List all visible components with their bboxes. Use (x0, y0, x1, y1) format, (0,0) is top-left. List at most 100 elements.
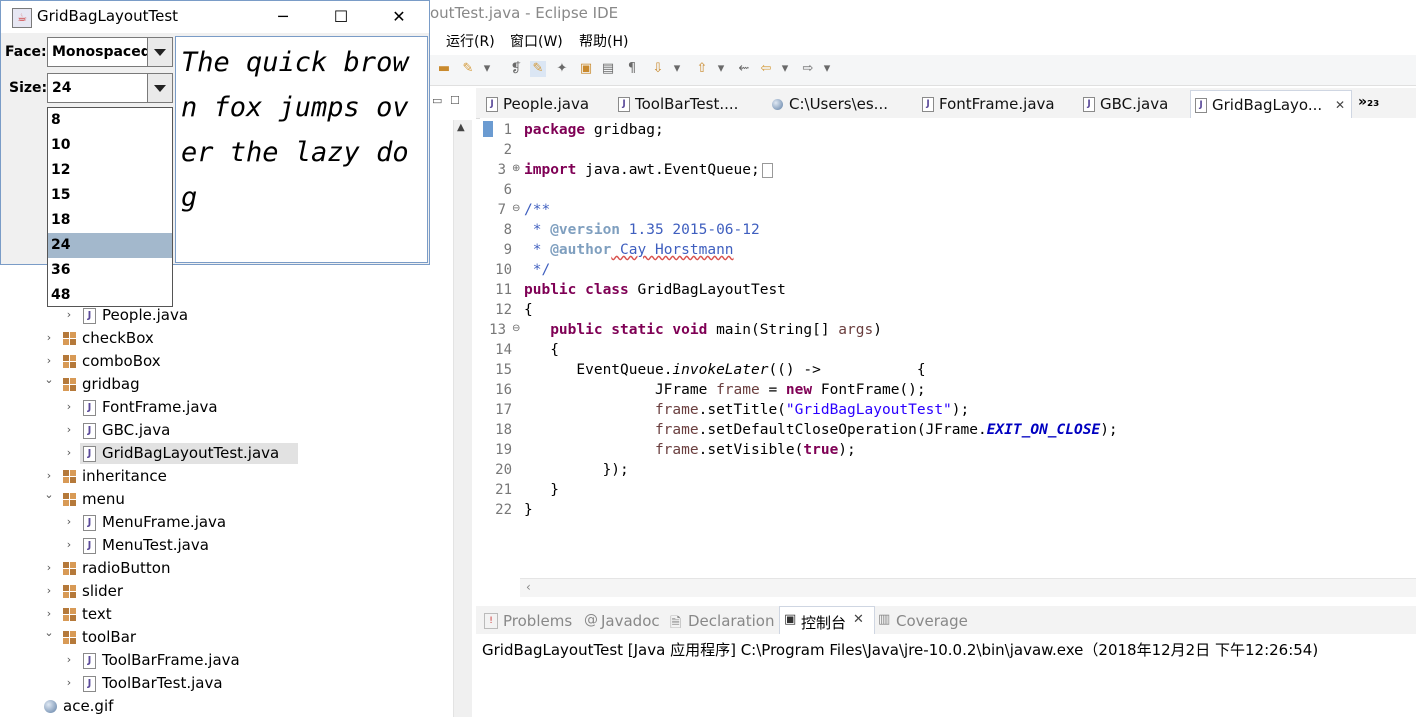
tree-item-label[interactable]: inheritance (82, 465, 167, 487)
chevron-right-icon[interactable]: › (44, 354, 54, 367)
minimize-button[interactable]: ─ (254, 1, 312, 33)
editor-tab[interactable]: J FontFrame.java (918, 90, 1076, 118)
editor-tab[interactable]: J ToolBarTest.... (614, 90, 764, 118)
chevron-right-icon[interactable]: › (44, 584, 54, 597)
tab-declaration[interactable]: Declaration (688, 612, 774, 630)
menu-help[interactable]: 帮助(H) (579, 31, 628, 51)
code-editor[interactable] (480, 118, 1416, 578)
size-option[interactable]: 36 (48, 258, 172, 283)
tree-item-label[interactable]: comboBox (82, 350, 161, 372)
tree-item-label[interactable]: gridbag (82, 373, 140, 395)
close-icon[interactable]: ✕ (1335, 91, 1345, 119)
toggle-icon[interactable]: ❡ (508, 61, 524, 77)
fold-expand-icon[interactable]: ⊕ (512, 163, 520, 174)
chevron-down-icon[interactable]: ▾ (482, 61, 492, 77)
open-folder-icon[interactable]: ▬ (436, 61, 452, 77)
chevron-right-icon[interactable]: › (64, 653, 74, 666)
prev-annotation-icon[interactable]: ⇧ (694, 61, 710, 77)
close-icon[interactable]: ✕ (853, 612, 864, 627)
scroll-up-icon[interactable]: ▲ (457, 122, 465, 133)
chevron-down-icon[interactable]: ▾ (672, 61, 682, 77)
line-number: 11 (495, 282, 512, 298)
code-line-13: public static void main(String[] args) (550, 322, 882, 338)
folded-imports-icon[interactable] (761, 162, 773, 178)
forward-icon[interactable]: ⇨ (800, 61, 816, 77)
chevron-down-icon[interactable]: ▾ (822, 61, 832, 77)
tree-item-label[interactable]: ace.gif (63, 695, 113, 717)
chevron-right-icon[interactable]: › (44, 331, 54, 344)
chevron-right-icon[interactable]: › (44, 607, 54, 620)
size-option[interactable]: 18 (48, 208, 172, 233)
maximize-button[interactable]: ☐ (312, 1, 370, 33)
size-option[interactable]: 24 (48, 233, 172, 258)
tab-problems[interactable]: Problems (503, 612, 572, 630)
size-option[interactable]: 15 (48, 183, 172, 208)
tab-javadoc[interactable]: Javadoc (601, 612, 660, 630)
line-number: 14 (495, 342, 512, 358)
chevron-down-icon[interactable]: ⌄ (44, 626, 54, 639)
chevron-right-icon[interactable]: › (64, 423, 74, 436)
editor-tab[interactable]: J GridBagLayo... ✕ (1190, 90, 1352, 119)
minimize-icon[interactable]: ▭ (432, 94, 442, 107)
chevron-down-icon[interactable]: ⌄ (44, 488, 54, 501)
chevron-right-icon[interactable]: › (64, 308, 74, 321)
tree-item-label[interactable]: GridBagLayoutTest.java (102, 442, 279, 464)
highlight-icon[interactable]: ✎ (530, 61, 546, 77)
chevron-right-icon[interactable]: › (44, 561, 54, 574)
tree-item-label[interactable]: toolBar (82, 626, 136, 648)
tab-coverage[interactable]: Coverage (896, 612, 968, 630)
chevron-down-icon[interactable] (147, 74, 172, 102)
chevron-right-icon[interactable]: › (64, 676, 74, 689)
tree-item-label[interactable]: ToolBarTest.java (102, 672, 223, 694)
editor-horizontal-scrollbar[interactable]: ‹ (520, 578, 1416, 597)
scroll-left-icon[interactable]: ‹ (526, 580, 531, 594)
editor-tab[interactable]: J GBC.java (1079, 90, 1187, 118)
tree-item-label[interactable]: text (82, 603, 112, 625)
tree-item-label[interactable]: menu (82, 488, 125, 510)
menu-run[interactable]: 运行(R) (446, 31, 495, 51)
chevron-down-icon[interactable]: ▾ (780, 61, 790, 77)
tree-item-label[interactable]: MenuFrame.java (102, 511, 226, 533)
wand-icon[interactable]: ✎ (460, 61, 476, 77)
editor-tab[interactable]: J People.java (482, 90, 612, 118)
last-edit-icon[interactable]: ⇜ (736, 61, 752, 77)
doc-icon[interactable]: ▤ (600, 61, 616, 77)
tree-item-label[interactable]: MenuTest.java (102, 534, 209, 556)
package-explorer-scrollbar[interactable]: ▲ (453, 120, 472, 717)
chevron-right-icon[interactable]: › (64, 446, 74, 459)
face-combobox[interactable]: Monospaced (47, 37, 173, 67)
next-annotation-icon[interactable]: ⇩ (650, 61, 666, 77)
fold-collapse-icon[interactable]: ⊖ (512, 203, 520, 214)
close-button[interactable]: ✕ (370, 1, 428, 33)
chevron-down-icon[interactable]: ▾ (716, 61, 726, 77)
back-icon[interactable]: ⇦ (758, 61, 774, 77)
code-line-3: import java.awt.EventQueue; (524, 162, 773, 178)
maximize-icon[interactable]: ☐ (450, 94, 460, 107)
tree-item-label[interactable]: ToolBarFrame.java (102, 649, 240, 671)
size-combobox[interactable]: 24 (47, 73, 173, 103)
tree-item-label[interactable]: radioButton (82, 557, 170, 579)
tree-item-label[interactable]: checkBox (82, 327, 154, 349)
fold-collapse-icon[interactable]: ⊖ (512, 323, 520, 334)
chevron-down-icon[interactable]: ⌄ (44, 373, 54, 386)
chevron-right-icon[interactable]: › (44, 469, 54, 482)
tab-overflow-indicator[interactable]: »₂₃ (1358, 94, 1379, 110)
size-option[interactable]: 48 (48, 283, 172, 308)
menu-window[interactable]: 窗口(W) (510, 31, 563, 51)
tab-console[interactable]: 控制台 (801, 612, 846, 633)
chevron-down-icon[interactable] (147, 38, 172, 66)
chevron-right-icon[interactable]: › (64, 538, 74, 551)
pilcrow-icon[interactable]: ¶ (624, 61, 640, 77)
block-icon[interactable]: ▣ (578, 61, 594, 77)
size-option[interactable]: 12 (48, 158, 172, 183)
tree-item-label[interactable]: slider (82, 580, 123, 602)
mark-icon[interactable]: ✦ (554, 61, 570, 77)
tree-item-label[interactable]: GBC.java (102, 419, 170, 441)
size-option[interactable]: 8 (48, 108, 172, 133)
chevron-right-icon[interactable]: › (64, 515, 74, 528)
chevron-right-icon[interactable]: › (64, 400, 74, 413)
size-option[interactable]: 10 (48, 133, 172, 158)
tree-item-label[interactable]: FontFrame.java (102, 396, 218, 418)
java-file-icon: J (83, 446, 96, 462)
editor-tab[interactable]: C:\Users\es... (768, 90, 916, 118)
